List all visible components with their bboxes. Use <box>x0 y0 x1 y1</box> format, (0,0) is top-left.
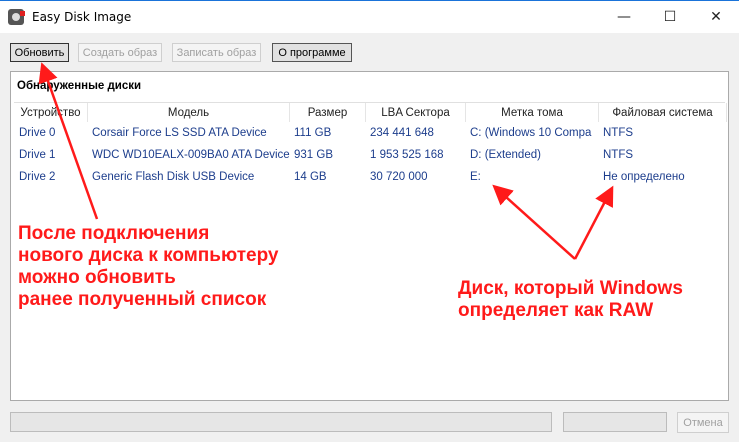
annotation-arrows <box>38 62 614 260</box>
arrow-to-refresh <box>38 62 99 220</box>
progress-bar <box>10 412 552 432</box>
arrow-to-volume <box>492 184 576 260</box>
status-box <box>563 412 667 432</box>
arrow-to-filesystem <box>573 185 614 260</box>
cancel-button[interactable]: Отмена <box>677 412 729 433</box>
